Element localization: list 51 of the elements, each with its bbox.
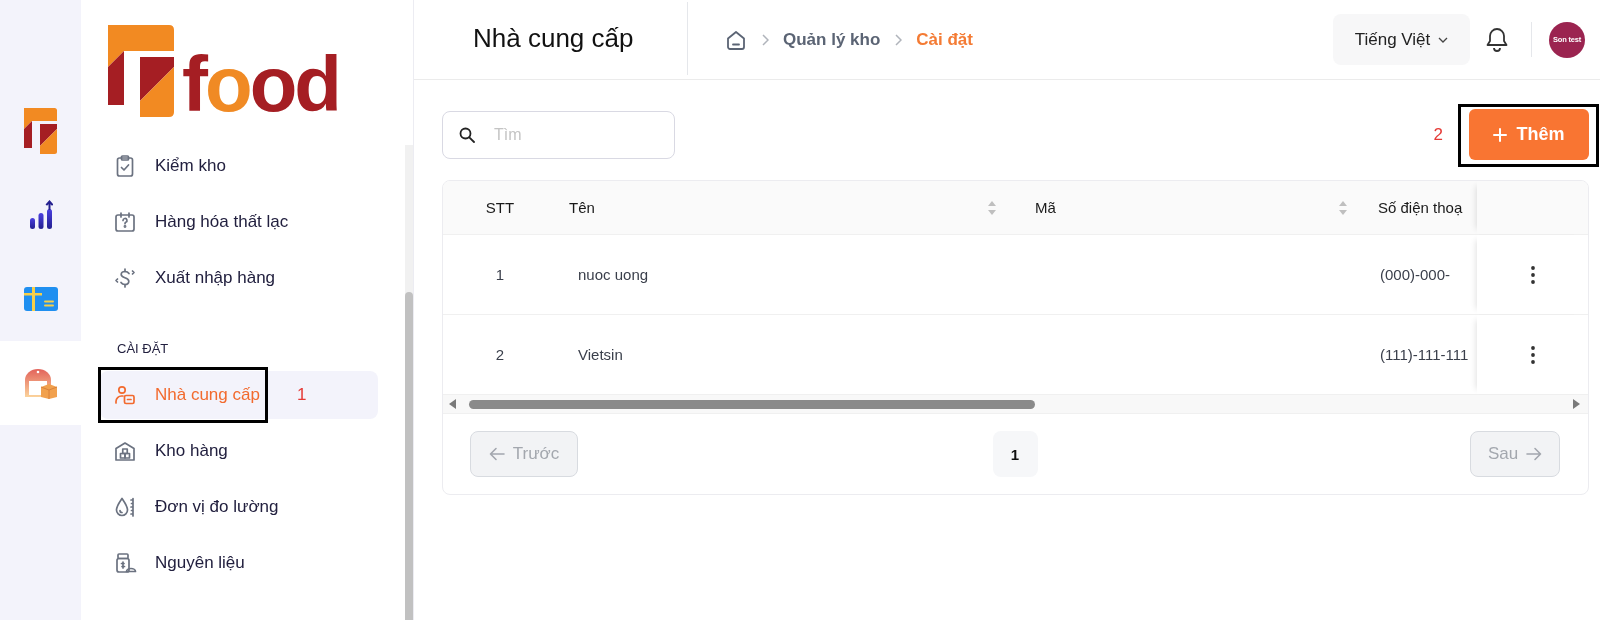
- callout-number: 1: [297, 384, 307, 406]
- warehouse-icon: [113, 439, 137, 463]
- scroll-right-icon[interactable]: [1573, 399, 1580, 409]
- chevron-right-icon: [894, 33, 903, 46]
- scroll-left-icon[interactable]: [449, 399, 456, 409]
- dollar-sign-icon: [113, 266, 137, 290]
- chevron-down-icon: [1438, 36, 1449, 43]
- search-field[interactable]: Tìm: [442, 110, 675, 159]
- sidebar-item[interactable]: Xuất nhập hàng: [100, 254, 378, 302]
- sidebar-item[interactable]: Hàng hóa thất lạc: [100, 198, 378, 246]
- sidebar-item[interactable]: Đơn vị đo lường: [100, 483, 378, 531]
- section-title: CÀI ĐẶT: [116, 340, 170, 358]
- table-cell-text: 2: [494, 345, 506, 365]
- jar-icon: [113, 551, 137, 575]
- column-header[interactable]: Tên: [557, 181, 1001, 234]
- column-header[interactable]: Mã: [1001, 181, 1358, 234]
- scrollbar-thumb[interactable]: [405, 292, 413, 620]
- column-header: Số điện thoạ: [1377, 198, 1464, 218]
- column-header: STT: [484, 198, 516, 218]
- more-options-icon[interactable]: [1530, 265, 1535, 284]
- parcel-box-icon: [23, 367, 58, 399]
- arrow-right-icon: [1526, 447, 1543, 461]
- table-cell-text: (000)-000-: [1379, 265, 1452, 285]
- plus-icon: [1493, 127, 1508, 142]
- person-box-icon: [113, 383, 137, 407]
- f-logo-icon: [24, 108, 57, 154]
- scrollbar-thumb[interactable]: [469, 399, 1035, 409]
- logo-wordmark: food: [182, 50, 339, 117]
- home-icon[interactable]: [725, 28, 747, 51]
- page-title: Nhà cung cấp: [473, 23, 634, 54]
- more-options-icon[interactable]: [1530, 345, 1535, 364]
- f-logo-icon: [108, 25, 174, 117]
- chevron-right-icon: [761, 33, 769, 46]
- breadcrumb-link[interactable]: Quản lý kho: [783, 29, 881, 50]
- table-cell-text: Vietsin: [577, 345, 624, 365]
- sidebar-item[interactable]: Nguyên liệu: [100, 539, 378, 587]
- page-button[interactable]: 1: [992, 431, 1038, 477]
- gift-card-icon: [23, 287, 58, 311]
- calendar-question-icon: [113, 210, 137, 234]
- notification-bell-icon[interactable]: [1486, 27, 1508, 52]
- language-select[interactable]: Tiếng Việt: [1333, 14, 1470, 65]
- arrow-left-icon: [488, 447, 505, 461]
- table-cell-text: nuoc uong: [577, 265, 650, 285]
- sidebar-item[interactable]: Kho hàng: [100, 427, 378, 475]
- sidebar-item[interactable]: Kiểm kho: [100, 142, 378, 190]
- callout-number: 2: [1433, 123, 1443, 146]
- bar-chart-icon: [28, 200, 53, 230]
- table-cell-text: 1: [494, 265, 506, 285]
- table-cell-text: (111)-111-111: [1379, 345, 1470, 365]
- drop-ruler-icon: [113, 495, 137, 519]
- search-icon: [459, 126, 475, 143]
